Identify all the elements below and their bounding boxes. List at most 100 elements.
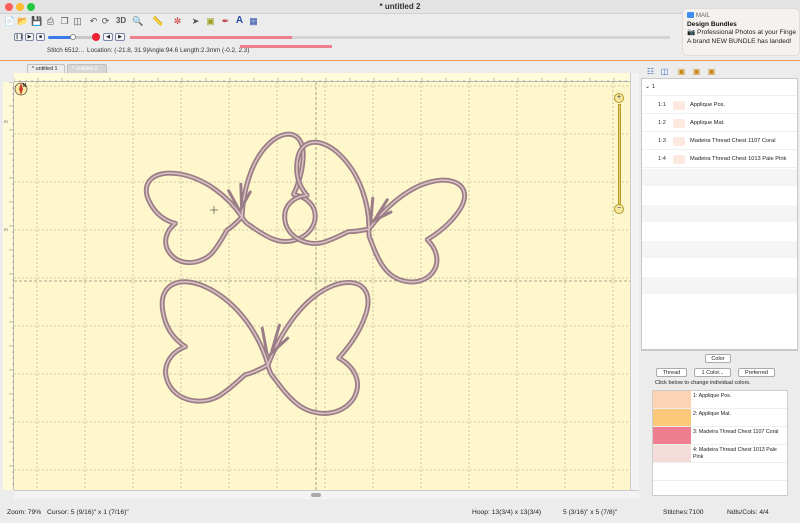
- color-label: 1: Applique Pos.: [693, 393, 732, 399]
- lock-partial-icon[interactable]: ▣: [692, 67, 701, 76]
- design-canvas[interactable]: N + −: [14, 82, 630, 490]
- tab-untitled-1[interactable]: * untitled 1: [27, 64, 65, 73]
- butterfly-applique[interactable]: [152, 263, 371, 418]
- sequence-item[interactable]: 1:2 Applique Mat.: [642, 115, 797, 132]
- view-3d-icon[interactable]: 3D: [114, 15, 128, 27]
- lock-icon[interactable]: ▣: [677, 67, 686, 76]
- design-icon[interactable]: ▣: [205, 15, 216, 27]
- tab-untitled-2[interactable]: * untitled 2: [67, 64, 107, 73]
- chevron-down-icon[interactable]: ⌄: [645, 79, 650, 96]
- sequence-group-label: 1: [652, 84, 656, 90]
- rotate-icon[interactable]: ⟳: [100, 15, 111, 27]
- color-row[interactable]: 2: Applique Mat.: [653, 409, 787, 427]
- mail-notification[interactable]: MAIL Design Bundles 📷 Professional Photo…: [682, 8, 800, 56]
- sequence-item-index: 1:3: [658, 138, 666, 144]
- vertical-scrollbar[interactable]: [630, 73, 639, 490]
- horizontal-scrollbar[interactable]: [14, 490, 639, 499]
- print-icon[interactable]: ⎙: [45, 15, 56, 27]
- title-bar: * untitled 2: [0, 0, 800, 14]
- open-folder-icon[interactable]: 📂: [17, 15, 28, 27]
- color-swatch[interactable]: [653, 409, 691, 426]
- zoom-in-button[interactable]: +: [614, 93, 624, 103]
- butterfly-satin-outline: [159, 279, 371, 416]
- color-header-button[interactable]: Color: [705, 354, 731, 363]
- paint-icon[interactable]: ✒: [220, 15, 231, 27]
- empty-color-row: [653, 481, 787, 495]
- wand-icon[interactable]: ✼: [172, 15, 183, 27]
- sequence-item[interactable]: 1:3 Madeira Thread Chest 1107 Coral: [642, 133, 797, 150]
- speed-slider-knob[interactable]: [69, 34, 76, 40]
- ruler-label: m: [4, 119, 8, 124]
- ruler-icon[interactable]: 📏: [152, 15, 163, 27]
- sequence-item-thumbnail: [673, 155, 685, 164]
- location-readout: Location: (-21.8, 31.9): [87, 47, 149, 54]
- color-row[interactable]: 4: Madeira Thread Chest 1013 Pale Pink: [653, 445, 787, 463]
- length-readout: Length:2.3mm: [180, 47, 221, 54]
- sequence-group[interactable]: ⌄ 1: [642, 79, 797, 96]
- play-button[interactable]: ▶: [25, 33, 34, 41]
- group-icon[interactable]: ◫: [660, 67, 669, 76]
- color-label: 3: Madeira Thread Chest 1107 Coral: [693, 429, 779, 435]
- sequence-list: ⌄ 1 1:1 Applique Pos. 1:2 Applique Mat. 1:3 M…: [641, 78, 798, 350]
- one-color-button[interactable]: 1 Color...: [694, 368, 731, 377]
- unlock-icon[interactable]: ▣: [707, 67, 716, 76]
- empty-row: [642, 277, 797, 294]
- color-swatch[interactable]: [653, 445, 691, 462]
- sequence-item[interactable]: 1:1 Applique Pos.: [642, 97, 797, 114]
- sequence-item-index: 1:1: [658, 102, 666, 108]
- sequence-item-name: Applique Pos.: [690, 102, 726, 108]
- butterfly-satin-outline: [282, 139, 468, 285]
- ruler-label: m: [4, 227, 8, 232]
- text-icon[interactable]: A: [234, 15, 245, 27]
- mail-app-icon: [687, 12, 694, 19]
- paste-icon[interactable]: ◫: [72, 15, 83, 27]
- color-swatch[interactable]: [653, 427, 691, 444]
- top-ruler: [13, 73, 630, 82]
- thread-button[interactable]: Thread: [656, 368, 687, 377]
- zoom-slider[interactable]: [618, 104, 621, 212]
- stitch-info: Stitch 6512… Location: (-21.8, 31.9) Ang…: [0, 44, 680, 56]
- color-row[interactable]: 3: Madeira Thread Chest 1107 Coral: [653, 427, 787, 445]
- stitch-position-bar: [240, 45, 332, 48]
- preferred-button[interactable]: Preferred: [738, 368, 775, 377]
- app-window: * untitled 2 📄 📂 💾 ⎙ ❐ ◫ ↶ ⟳ 3D 🔍 📏 ✼ ➤ …: [0, 0, 800, 523]
- butterfly-applique[interactable]: [269, 124, 469, 291]
- pointer-icon[interactable]: ➤: [190, 15, 201, 27]
- top-ruler-ticks: [13, 78, 627, 82]
- document-tabs: * untitled 1 * untitled 2: [0, 64, 640, 73]
- copy-icon[interactable]: ❐: [59, 15, 70, 27]
- right-panel: ☷ ◫ ▣ ▣ ▣ ⌄ 1 1:1 Applique Pos. 1:2 Appliqu…: [640, 64, 800, 496]
- save-icon[interactable]: 💾: [31, 15, 42, 27]
- cursor-crosshair: [210, 206, 218, 214]
- sequence-item-name: Madeira Thread Chest 1013 Pale Pink: [690, 156, 787, 162]
- select-tree-icon[interactable]: ☷: [646, 67, 655, 76]
- sequence-item-thumbnail: [673, 137, 685, 146]
- offset-readout: (-0.2, 2.3): [222, 47, 250, 54]
- needles-status: Ndls/Cols: 4/4: [727, 509, 769, 516]
- new-file-icon[interactable]: 📄: [4, 15, 15, 27]
- step-back-button[interactable]: ◀: [103, 33, 113, 41]
- zoom-icon[interactable]: 🔍: [132, 15, 143, 27]
- sequence-item[interactable]: 1:4 Madeira Thread Chest 1013 Pale Pink: [642, 151, 797, 168]
- export-icon[interactable]: ▦: [248, 15, 259, 27]
- pause-button[interactable]: ❙❙: [14, 33, 23, 41]
- sequence-item-name: Applique Mat.: [690, 120, 725, 126]
- horizontal-scroll-thumb[interactable]: [311, 493, 321, 497]
- color-list: 1: Applique Pos. 2: Applique Mat. 3: Madei…: [652, 390, 788, 496]
- color-label: 2: Applique Mat.: [693, 411, 731, 417]
- undo-redo-icon[interactable]: ↶: [88, 15, 99, 27]
- color-swatch[interactable]: [653, 391, 691, 408]
- color-row[interactable]: 1: Applique Pos.: [653, 391, 787, 409]
- stop-button[interactable]: ■: [36, 33, 45, 41]
- step-forward-button[interactable]: ▶: [115, 33, 125, 41]
- left-ruler-ticks: mm: [4, 81, 14, 485]
- stitch-count: Stitch 6512…: [47, 47, 85, 54]
- navigation-compass-icon[interactable]: N: [14, 82, 28, 96]
- record-icon[interactable]: [92, 33, 100, 41]
- main-toolbar: 📄 📂 💾 ⎙ ❐ ◫ ↶ ⟳ 3D 🔍 📏 ✼ ➤ ▣ ✒ A ▦: [0, 14, 800, 30]
- zoom-out-button[interactable]: −: [614, 204, 624, 214]
- svg-text:N: N: [23, 83, 27, 89]
- stitch-progress-bar[interactable]: [130, 36, 670, 39]
- speed-slider[interactable]: [48, 34, 93, 40]
- notification-line-1: 📷 Professional Photos at your Finge: [687, 29, 797, 37]
